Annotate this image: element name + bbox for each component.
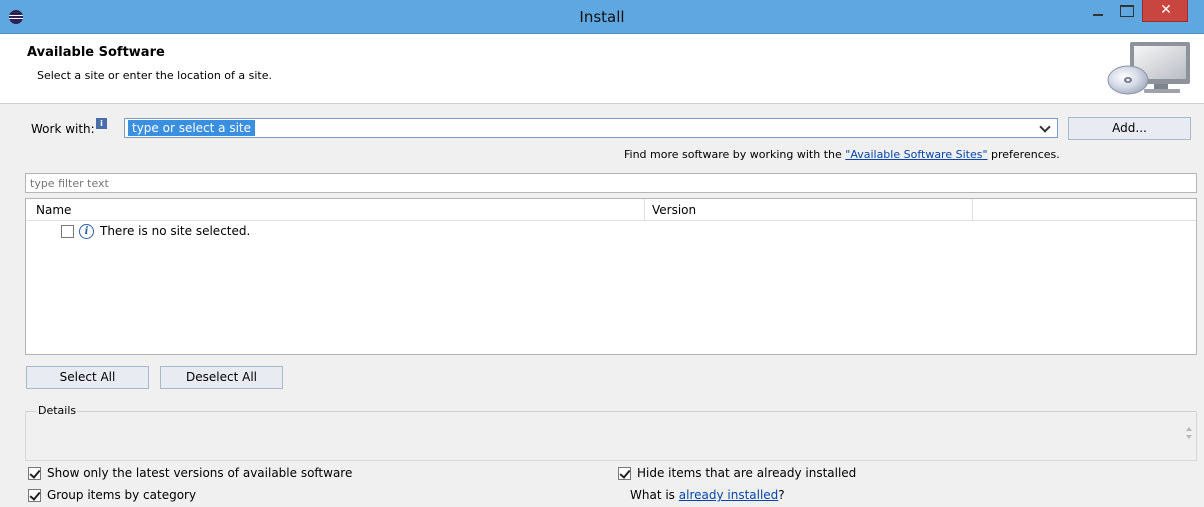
chevron-down-icon[interactable] (1039, 121, 1051, 133)
select-all-button[interactable]: Select All (26, 366, 149, 389)
checkbox-group-by-category[interactable] (28, 489, 41, 502)
close-button[interactable]: ✕ (1142, 0, 1188, 22)
page-subtitle: Select a site or enter the location of a… (37, 69, 273, 82)
details-label: Details (36, 404, 79, 417)
column-header-version[interactable]: Version (652, 203, 696, 217)
details-box (25, 411, 1197, 461)
content-assist-icon: i (96, 118, 107, 129)
details-scrollbar[interactable] (1184, 424, 1194, 442)
tree-header: Name Version (26, 199, 1196, 221)
info-icon: i (79, 224, 94, 239)
checkbox-latest-versions[interactable] (28, 467, 41, 480)
minimize-button[interactable] (1084, 0, 1112, 22)
add-button[interactable]: Add... (1068, 117, 1191, 140)
option-label: Show only the latest versions of availab… (47, 466, 353, 480)
row-checkbox[interactable] (61, 225, 74, 238)
close-icon: ✕ (1160, 2, 1172, 18)
column-header-name[interactable]: Name (36, 203, 71, 217)
row-label: There is no site selected. (100, 224, 251, 238)
filter-input[interactable] (25, 173, 1197, 193)
work-with-label: Work with: (31, 122, 95, 136)
software-tree[interactable]: Name Version i There is no site selected… (25, 198, 1197, 355)
window-title: Install (579, 8, 625, 26)
option-label: Hide items that are already installed (637, 466, 857, 480)
page-title: Available Software (27, 45, 165, 60)
find-more-text: Find more software by working with the "… (624, 148, 1060, 161)
column-divider[interactable] (972, 199, 973, 221)
work-with-input[interactable]: type or select a site (128, 120, 256, 136)
deselect-all-button[interactable]: Deselect All (160, 366, 283, 389)
what-is-installed-text: What is already installed? (630, 488, 785, 502)
checkbox-hide-installed[interactable] (618, 467, 631, 480)
install-software-icon (1107, 42, 1190, 95)
option-label: Group items by category (47, 488, 197, 502)
title-bar[interactable]: Install ✕ (0, 0, 1204, 34)
header-banner: Available Software Select a site or ente… (0, 34, 1204, 104)
work-with-combo[interactable]: type or select a site (124, 118, 1058, 138)
column-divider[interactable] (644, 199, 645, 221)
maximize-button[interactable] (1112, 0, 1140, 22)
available-software-sites-link[interactable]: "Available Software Sites" (845, 148, 987, 161)
already-installed-link[interactable]: already installed (679, 488, 779, 502)
